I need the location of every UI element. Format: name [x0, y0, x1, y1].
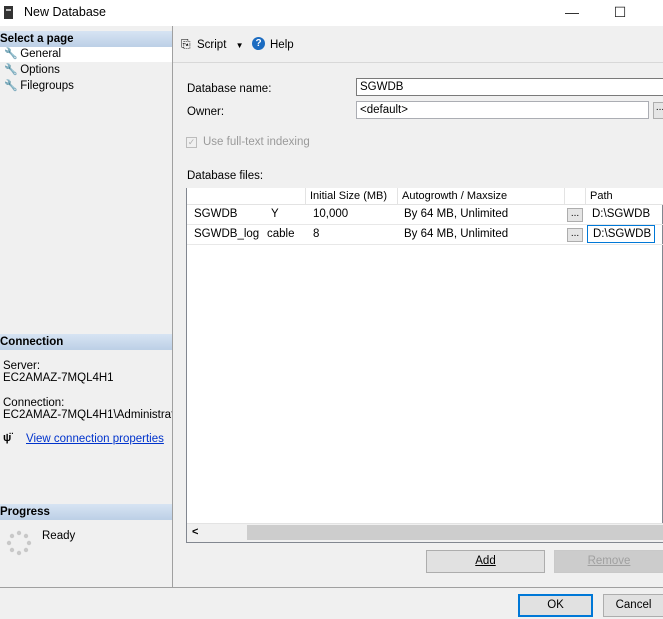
- row-divider: [187, 244, 663, 245]
- ok-button[interactable]: OK: [518, 594, 593, 617]
- view-connection-properties-link[interactable]: View connection properties: [26, 433, 164, 446]
- cell-logical-name[interactable]: SGWDB: [187, 205, 267, 224]
- connection-value: EC2AMAZ-7MQL4H1\Administrator: [3, 409, 172, 421]
- cell-file-type[interactable]: Y: [264, 205, 306, 224]
- nav-item-options[interactable]: 🔧 Options: [4, 63, 60, 78]
- owner-browse-button[interactable]: ...: [653, 102, 663, 119]
- database-files-label: Database files:: [187, 170, 264, 182]
- minimize-button[interactable]: —: [549, 0, 595, 26]
- close-button[interactable]: ✕: [645, 0, 663, 26]
- nav-item-filegroups[interactable]: 🔧 Filegroups: [4, 79, 74, 94]
- help-icon: ?: [252, 37, 265, 50]
- cell-initial-size[interactable]: 8: [306, 225, 398, 244]
- wrench-icon: 🔧: [4, 80, 18, 92]
- cancel-button[interactable]: Cancel: [603, 594, 663, 617]
- progress-status: Ready: [42, 530, 76, 542]
- select-page-header: Select a page: [0, 31, 172, 47]
- chevron-down-icon: ▼: [235, 41, 244, 50]
- path-edit-field[interactable]: D:\SGWDB: [587, 225, 655, 243]
- scroll-left-button[interactable]: <: [192, 526, 198, 538]
- add-button[interactable]: Add: [426, 550, 545, 573]
- autogrowth-browse-button[interactable]: ...: [567, 208, 583, 222]
- owner-field[interactable]: <default>: [356, 101, 649, 119]
- cell-autogrowth: By 64 MB, Unlimited: [404, 208, 509, 220]
- app-icon: [4, 6, 13, 19]
- fulltext-label: Use full-text indexing: [203, 136, 310, 148]
- cell-path[interactable]: D:\SGWDB: [586, 205, 663, 224]
- script-icon: ⎘: [181, 37, 191, 51]
- progress-spinner-icon: [6, 530, 32, 556]
- server-value: EC2AMAZ-7MQL4H1: [3, 372, 114, 384]
- nav-item-label: Options: [20, 64, 60, 76]
- column-header-autogrowth[interactable]: Autogrowth / Maxsize: [398, 188, 565, 205]
- database-name-field[interactable]: SGWDB: [356, 78, 663, 96]
- owner-label: Owner:: [187, 106, 225, 118]
- column-header-path[interactable]: Path: [586, 188, 663, 205]
- column-header-type[interactable]: [187, 188, 306, 205]
- cell-file-type[interactable]: cable: [264, 225, 306, 244]
- column-header-initial-size[interactable]: Initial Size (MB): [306, 188, 398, 205]
- connection-properties-icon: ψ̈: [3, 432, 12, 444]
- help-button[interactable]: Help: [270, 39, 294, 51]
- nav-item-general[interactable]: 🔧 General: [0, 47, 172, 62]
- progress-header: Progress: [0, 504, 172, 520]
- cell-autogrowth: By 64 MB, Unlimited: [404, 228, 509, 240]
- fulltext-checkbox[interactable]: ✓: [186, 137, 197, 148]
- nav-item-label: General: [20, 48, 62, 60]
- column-header-autogrowth-browse: [565, 188, 586, 205]
- autogrowth-browse-button[interactable]: ...: [567, 228, 583, 242]
- wrench-icon: 🔧: [4, 48, 18, 60]
- remove-button[interactable]: Remove: [554, 550, 663, 573]
- database-name-label: Database name:: [187, 83, 272, 95]
- script-label: Script: [197, 39, 227, 51]
- wrench-icon: 🔧: [4, 64, 18, 76]
- cell-initial-size[interactable]: 10,000: [306, 205, 398, 224]
- toolbar-divider: [173, 62, 663, 63]
- scrollbar-thumb[interactable]: [247, 525, 663, 540]
- window-title: New Database: [24, 5, 106, 19]
- connection-header: Connection: [0, 334, 172, 350]
- nav-item-label: Filegroups: [20, 80, 74, 92]
- remove-label: Remove: [587, 555, 631, 567]
- maximize-button[interactable]: ☐: [597, 0, 643, 26]
- add-label: Add: [475, 555, 496, 567]
- script-button[interactable]: Script ▼: [197, 39, 244, 51]
- cell-logical-name[interactable]: SGWDB_log: [187, 225, 267, 244]
